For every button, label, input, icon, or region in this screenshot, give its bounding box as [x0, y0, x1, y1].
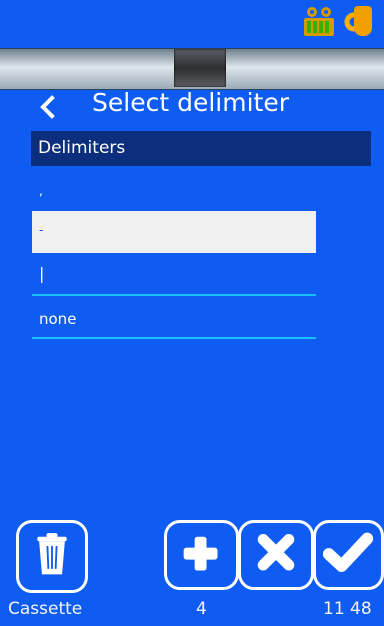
list-separator: [32, 294, 316, 296]
check-icon: [322, 532, 374, 572]
page-title: Select delimiter: [92, 88, 289, 117]
trash-icon: [37, 533, 67, 575]
status-bar: [0, 0, 384, 48]
confirm-button[interactable]: [313, 520, 384, 590]
footer-time: 11 48: [323, 599, 372, 619]
list-item-comma[interactable]: ,: [32, 170, 316, 212]
list-separator: [32, 337, 316, 339]
back-icon[interactable]: [34, 92, 62, 122]
list-item-hyphen[interactable]: -: [32, 211, 316, 253]
section-header: Delimiters: [31, 131, 371, 166]
ribbon-icon: [342, 6, 376, 38]
plus-icon: [183, 536, 218, 571]
list-item-label: |: [39, 264, 45, 283]
list-item-pipe[interactable]: |: [32, 254, 316, 296]
footer-count: 4: [196, 599, 207, 619]
x-icon: [257, 533, 295, 571]
footer-left: Cassette: [8, 599, 83, 619]
list-item-label: ,: [39, 184, 43, 198]
delete-button[interactable]: [16, 520, 88, 593]
add-button[interactable]: [164, 520, 239, 590]
list-item-none[interactable]: none: [32, 297, 316, 339]
cancel-button[interactable]: [238, 520, 314, 590]
list-item-label: -: [39, 223, 44, 237]
cassette-icon: [302, 6, 336, 36]
list-item-label: none: [39, 310, 77, 328]
slider-thumb[interactable]: [174, 49, 226, 87]
